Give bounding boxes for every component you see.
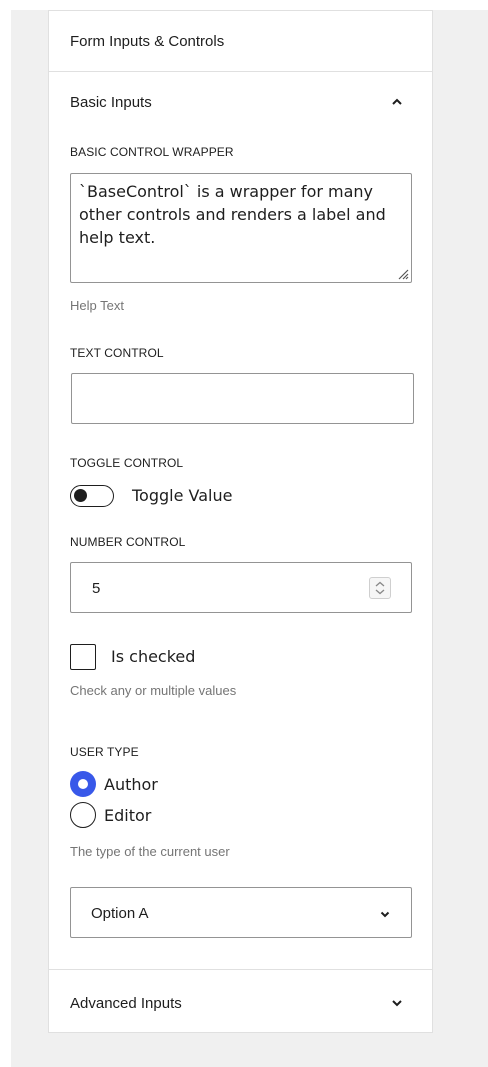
toggle-switch[interactable]	[70, 485, 114, 507]
basic-inputs-toggle[interactable]: Basic Inputs	[49, 74, 432, 130]
panel-header: Form Inputs & Controls	[49, 11, 432, 72]
number-control-value: 5	[92, 580, 101, 597]
advanced-inputs-title: Advanced Inputs	[70, 995, 182, 1012]
radio-dot	[78, 779, 88, 789]
toggle-thumb	[74, 489, 87, 502]
resize-grip-icon[interactable]	[395, 266, 409, 280]
toggle-value-label: Toggle Value	[132, 486, 233, 505]
form-panel: Form Inputs & Controls Basic Inputs BASI…	[48, 10, 433, 1033]
user-type-help: The type of the current user	[70, 844, 230, 859]
option-select[interactable]: Option A	[70, 887, 412, 938]
checkbox-help: Check any or multiple values	[70, 683, 237, 698]
number-spinner[interactable]	[369, 577, 391, 599]
radio-editor-label: Editor	[104, 806, 152, 825]
basic-inputs-title: Basic Inputs	[70, 94, 152, 111]
number-spinner-icon	[375, 581, 385, 595]
text-control-label: TEXT CONTROL	[70, 346, 164, 360]
number-control-input[interactable]: 5	[70, 562, 412, 613]
is-checked-checkbox[interactable]	[70, 644, 96, 670]
number-control-label: NUMBER CONTROL	[70, 535, 186, 549]
chevron-down-icon	[380, 911, 390, 918]
base-control-label: BASIC CONTROL WRAPPER	[70, 145, 234, 159]
chevron-down-icon	[392, 1000, 402, 1007]
panel-title: Form Inputs & Controls	[70, 33, 225, 50]
advanced-inputs-toggle[interactable]: Advanced Inputs	[49, 975, 432, 1031]
text-control-input[interactable]	[71, 373, 414, 424]
toggle-control-label: TOGGLE CONTROL	[70, 456, 184, 470]
section-divider	[49, 969, 432, 970]
chevron-up-icon	[392, 98, 402, 105]
select-value: Option A	[91, 905, 149, 922]
user-type-label: USER TYPE	[70, 745, 139, 759]
is-checked-label: Is checked	[111, 647, 196, 666]
radio-editor[interactable]	[70, 802, 96, 828]
base-control-textarea[interactable]: `BaseControl` is a wrapper for many othe…	[70, 173, 412, 283]
radio-author-label: Author	[104, 775, 158, 794]
radio-author[interactable]	[70, 771, 96, 797]
base-control-help: Help Text	[70, 298, 124, 313]
textarea-value: `BaseControl` is a wrapper for many othe…	[79, 182, 386, 247]
